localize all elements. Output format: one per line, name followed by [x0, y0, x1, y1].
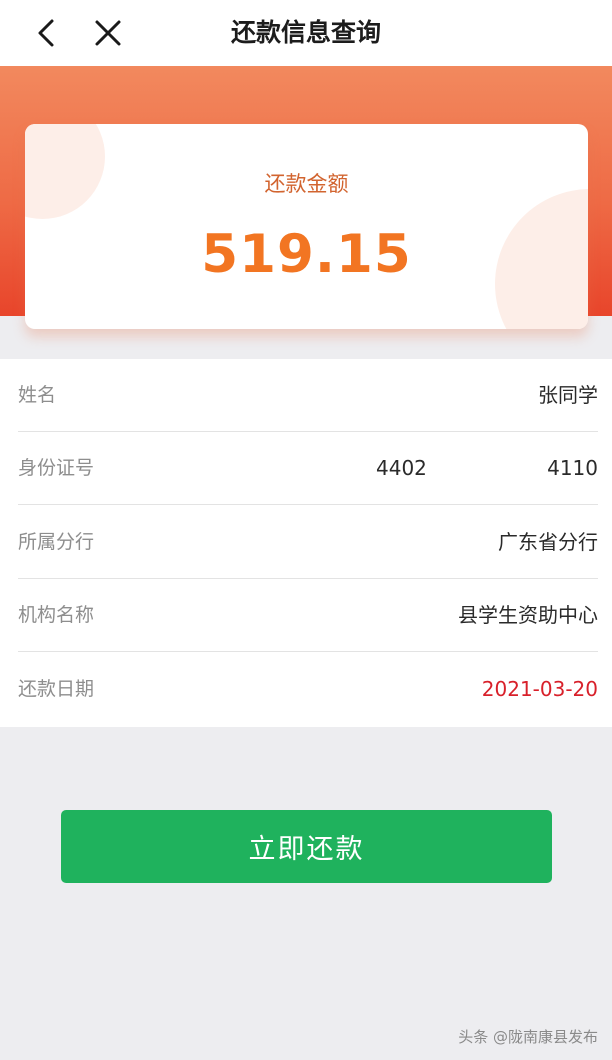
back-button[interactable]	[26, 13, 66, 53]
name-value: 张同学	[538, 383, 598, 407]
info-row-org: 机构名称 县学生资助中心	[18, 579, 598, 652]
page: 还款信息查询 还款金额 519.15 姓名 张同学 身份证号 4402 4110…	[0, 0, 612, 1060]
close-button[interactable]	[88, 13, 128, 53]
id-label: 身份证号	[18, 457, 95, 479]
date-value: 2021-03-20	[481, 677, 598, 701]
close-icon	[95, 20, 121, 46]
info-row-id: 身份证号 4402 4110	[18, 432, 598, 505]
amount-label: 还款金额	[264, 172, 349, 196]
info-row-name: 姓名 张同学	[18, 359, 598, 432]
amount-card: 还款金额 519.15	[25, 124, 588, 329]
name-label: 姓名	[18, 384, 57, 406]
watermark: 头条 @陇南康县发布	[458, 1028, 598, 1046]
branch-label: 所属分行	[18, 531, 95, 553]
info-row-branch: 所属分行 广东省分行	[18, 506, 598, 579]
chevron-left-icon	[38, 19, 54, 47]
info-list: 姓名 张同学 身份证号 4402 4110 所属分行 广东省分行 机构名称 县学…	[0, 359, 612, 727]
id-value-suffix: 4110	[547, 456, 598, 480]
top-bar: 还款信息查询	[0, 0, 612, 66]
pay-now-button[interactable]: 立即还款	[61, 810, 552, 883]
id-value-prefix: 4402	[376, 456, 427, 480]
amount-value: 519.15	[201, 224, 412, 285]
branch-value: 广东省分行	[498, 530, 598, 554]
date-label: 还款日期	[18, 678, 95, 700]
info-row-date: 还款日期 2021-03-20	[18, 653, 598, 726]
org-label: 机构名称	[18, 604, 95, 626]
org-value: 县学生资助中心	[458, 603, 598, 627]
